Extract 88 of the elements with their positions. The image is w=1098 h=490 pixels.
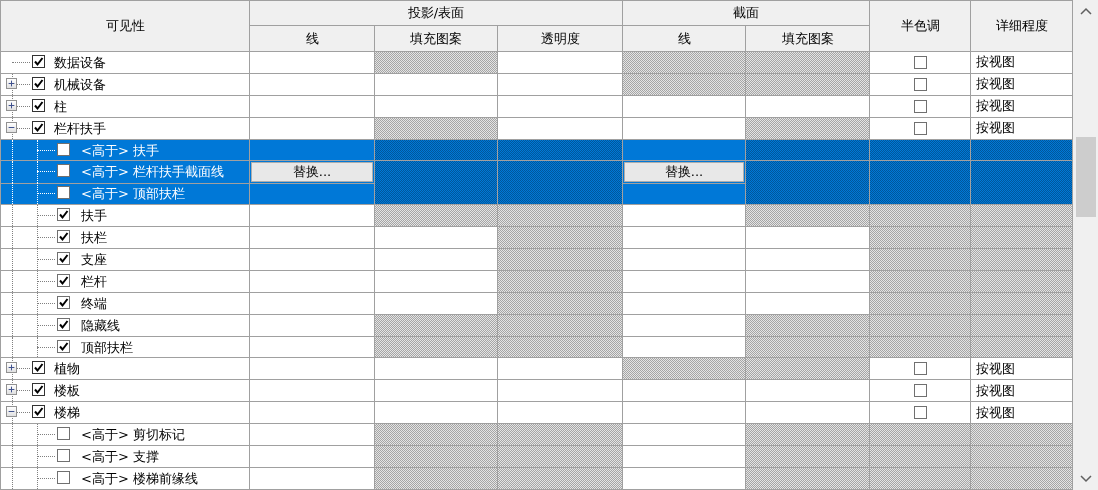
tree-row[interactable]: <高于> 扶手 bbox=[1, 139, 1073, 162]
checkbox[interactable] bbox=[57, 427, 70, 441]
checkbox[interactable] bbox=[57, 230, 70, 244]
checkbox[interactable] bbox=[57, 164, 70, 178]
column-header: 半色调 bbox=[870, 1, 971, 51]
plus-box-icon[interactable] bbox=[6, 99, 17, 111]
chevron-down-icon[interactable] bbox=[1078, 474, 1093, 484]
checkbox[interactable] bbox=[57, 317, 70, 331]
tree-row[interactable]: 扶栏 bbox=[1, 227, 1073, 249]
plus-box-icon[interactable] bbox=[6, 362, 17, 374]
tree-row[interactable]: <高于> 支撑 bbox=[1, 446, 1073, 468]
column-group-header: 截面 bbox=[623, 1, 870, 26]
checkbox[interactable] bbox=[57, 470, 70, 484]
scrollbar-thumb[interactable] bbox=[1075, 137, 1096, 217]
category-label: 机械设备 bbox=[54, 75, 106, 93]
category-label: <高于> 剪切标记 bbox=[81, 426, 185, 444]
category-label: <高于> 栏杆扶手截面线 bbox=[81, 163, 224, 181]
minus-box-icon[interactable] bbox=[6, 121, 17, 133]
checkbox[interactable] bbox=[57, 252, 70, 265]
column-header: 详细程度 bbox=[971, 1, 1073, 51]
tree-row[interactable]: 栏杆 bbox=[1, 270, 1073, 293]
category-label: <高于> 楼梯前缘线 bbox=[81, 469, 198, 487]
category-label: 支座 bbox=[81, 251, 107, 268]
chevron-up-icon[interactable] bbox=[1078, 6, 1093, 16]
checkbox[interactable] bbox=[32, 405, 45, 419]
category-label: 楼板 bbox=[54, 382, 80, 400]
checkbox[interactable] bbox=[32, 120, 45, 134]
checkbox[interactable] bbox=[32, 98, 45, 112]
checkbox[interactable] bbox=[57, 449, 70, 463]
column-header: 透明度 bbox=[498, 26, 623, 51]
category-label: 隐藏线 bbox=[81, 316, 120, 334]
category-label: 栏杆 bbox=[81, 272, 107, 290]
checkbox[interactable] bbox=[913, 77, 927, 91]
checkbox[interactable] bbox=[57, 273, 70, 287]
tree-row[interactable]: <高于> 栏杆扶手截面线 替换... 替换... bbox=[1, 161, 1073, 184]
category-label: 植物 bbox=[54, 360, 80, 378]
tree-row[interactable]: 栏杆扶手 按视图 bbox=[1, 117, 1073, 140]
checkbox[interactable] bbox=[913, 362, 927, 376]
tree-row[interactable]: <高于> 剪切标记 bbox=[1, 424, 1073, 447]
category-label: 栏杆扶手 bbox=[54, 119, 106, 137]
replace-button[interactable]: 替换... bbox=[624, 162, 744, 183]
tree-row[interactable]: 支座 bbox=[1, 249, 1073, 271]
tree-row[interactable]: 数据设备 按视图 bbox=[1, 52, 1073, 74]
tree-row[interactable]: <高于> 顶部扶栏 bbox=[1, 183, 1073, 206]
category-label: <高于> 顶部扶栏 bbox=[81, 185, 185, 203]
checkbox[interactable] bbox=[32, 383, 45, 397]
column-header: 填充图案 bbox=[746, 26, 870, 51]
tree-row[interactable]: 终端 bbox=[1, 292, 1073, 315]
column-header: 填充图案 bbox=[375, 26, 498, 51]
checkbox[interactable] bbox=[32, 55, 45, 68]
tree-row[interactable]: 扶手 bbox=[1, 205, 1073, 228]
column-header: 线 bbox=[623, 26, 746, 51]
checkbox[interactable] bbox=[57, 186, 70, 200]
replace-button[interactable]: 替换... bbox=[251, 162, 373, 183]
column-header: 可见性 bbox=[1, 1, 250, 51]
checkbox[interactable] bbox=[57, 339, 70, 353]
category-label: 数据设备 bbox=[54, 54, 106, 71]
checkbox[interactable] bbox=[57, 295, 70, 309]
minus-box-icon[interactable] bbox=[6, 406, 17, 418]
category-label: 楼梯 bbox=[54, 404, 80, 422]
column-header: 线 bbox=[250, 26, 375, 51]
checkbox[interactable] bbox=[913, 406, 927, 420]
plus-box-icon[interactable] bbox=[6, 384, 17, 396]
checkbox[interactable] bbox=[57, 142, 70, 156]
category-label: 扶栏 bbox=[81, 229, 107, 247]
category-label: 柱 bbox=[54, 97, 67, 115]
checkbox[interactable] bbox=[57, 208, 70, 222]
category-label: <高于> 扶手 bbox=[81, 141, 159, 159]
plus-box-icon[interactable] bbox=[6, 77, 17, 89]
checkbox[interactable] bbox=[913, 55, 927, 69]
tree-row[interactable]: <高于> 楼梯前缘线 bbox=[1, 467, 1073, 490]
category-label: 终端 bbox=[81, 294, 107, 312]
category-label: 扶手 bbox=[81, 207, 107, 225]
tree-row[interactable]: 植物 按视图 bbox=[1, 358, 1073, 381]
checkbox[interactable] bbox=[913, 121, 927, 135]
scrollbar[interactable] bbox=[1073, 0, 1098, 490]
checkbox[interactable] bbox=[913, 99, 927, 113]
category-label: 顶部扶栏 bbox=[81, 338, 133, 356]
checkbox[interactable] bbox=[32, 76, 45, 90]
category-label: <高于> 支撑 bbox=[81, 448, 159, 466]
tree-row[interactable]: 柱 按视图 bbox=[1, 95, 1073, 118]
column-group-header: 投影/表面 bbox=[250, 1, 623, 26]
tree-row[interactable]: 楼板 按视图 bbox=[1, 380, 1073, 403]
tree-row[interactable]: 顶部扶栏 bbox=[1, 336, 1073, 359]
checkbox[interactable] bbox=[32, 361, 45, 375]
tree-row[interactable]: 机械设备 按视图 bbox=[1, 73, 1073, 96]
checkbox[interactable] bbox=[913, 384, 927, 398]
tree-row[interactable]: 隐藏线 bbox=[1, 314, 1073, 337]
